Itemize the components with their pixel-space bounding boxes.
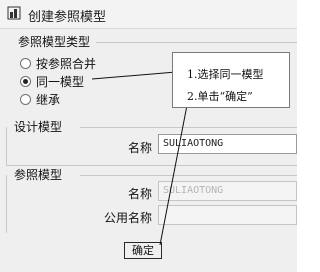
annotation-callout: 1.选择同一模型 2.单击“确定” (172, 52, 290, 108)
annotation-step-2: 2.单击“确定” (187, 90, 253, 103)
annotation-leader-lines (91, 71, 189, 246)
annotation-step-1: 1.选择同一模型 (187, 68, 264, 81)
